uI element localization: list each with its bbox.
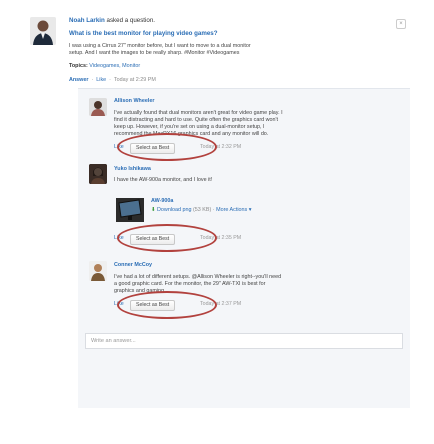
answer-author-link[interactable]: Yuko Ishikawa	[114, 166, 151, 173]
answer-text-line: I've actually found that dual monitors a…	[114, 110, 283, 116]
question-topics: Topics: Videogames, Monitor	[69, 63, 140, 70]
separator-dot: ·	[89, 77, 95, 83]
more-actions-link[interactable]: More Actions	[216, 207, 247, 213]
attachment-name[interactable]: AW-900a	[151, 198, 173, 205]
answer-text-line: find it distracting and hard to use. Qui…	[114, 117, 279, 123]
question-action-text: asked a question.	[106, 17, 156, 24]
answer-link[interactable]: Answer	[69, 77, 88, 83]
question-actions: Answer · Like · Today at 2:29 PM	[69, 77, 156, 84]
highlight-oval	[117, 224, 217, 252]
person-photo-icon	[30, 17, 56, 45]
separator-dot: ·	[107, 77, 113, 83]
avatar[interactable]	[89, 261, 107, 281]
answer-text-line: I have the AW-900a monitor, and I love i…	[114, 177, 213, 183]
question-body-line-2: setup. And I want the images to be reall…	[69, 50, 240, 56]
file-size: (53 KB)	[193, 207, 212, 213]
question-header: Noah Larkin asked a question.	[69, 17, 155, 25]
topics-value[interactable]: Videogames, Monitor	[89, 63, 140, 69]
close-icon[interactable]: ×	[396, 19, 406, 29]
answer-author-link[interactable]: Allison Wheeler	[114, 98, 154, 105]
person-photo-icon	[89, 164, 107, 184]
download-icon[interactable]: ⬇	[151, 207, 156, 213]
like-link[interactable]: Like	[96, 77, 106, 83]
monitor-image-icon	[116, 198, 144, 222]
question-author-link[interactable]: Noah Larkin	[69, 17, 105, 24]
download-link[interactable]: Download png	[157, 207, 191, 213]
question-body-line-1: I was using a Cirrus 27" monitor before,…	[69, 43, 251, 49]
chevron-down-icon[interactable]: ▾	[249, 207, 252, 213]
person-photo-icon	[89, 98, 107, 116]
answer-text-line: a good graphic card. For the monitor, th…	[114, 281, 266, 287]
avatar[interactable]	[89, 98, 107, 116]
highlight-oval	[117, 291, 217, 319]
attachment-thumbnail[interactable]	[116, 198, 144, 222]
avatar[interactable]	[89, 164, 107, 184]
separator-dot: ·	[212, 207, 215, 213]
answer-author-link[interactable]: Conner McCoy	[114, 262, 152, 269]
avatar[interactable]	[30, 17, 56, 45]
topics-label: Topics:	[69, 63, 88, 69]
answer-text-line: I've had a lot of different setups. @All…	[114, 274, 282, 280]
answer-text-line: keep up. However, if you're set on using…	[114, 124, 265, 130]
answer-input[interactable]: Write an answer...	[85, 333, 403, 349]
attachment-actions: ⬇ Download png (53 KB) · More Actions ▾	[151, 207, 251, 214]
person-photo-icon	[89, 261, 107, 281]
question-timestamp: Today at 2:29 PM	[113, 77, 156, 83]
question-title[interactable]: What is the best monitor for playing vid…	[69, 30, 218, 38]
highlight-oval	[117, 133, 217, 161]
